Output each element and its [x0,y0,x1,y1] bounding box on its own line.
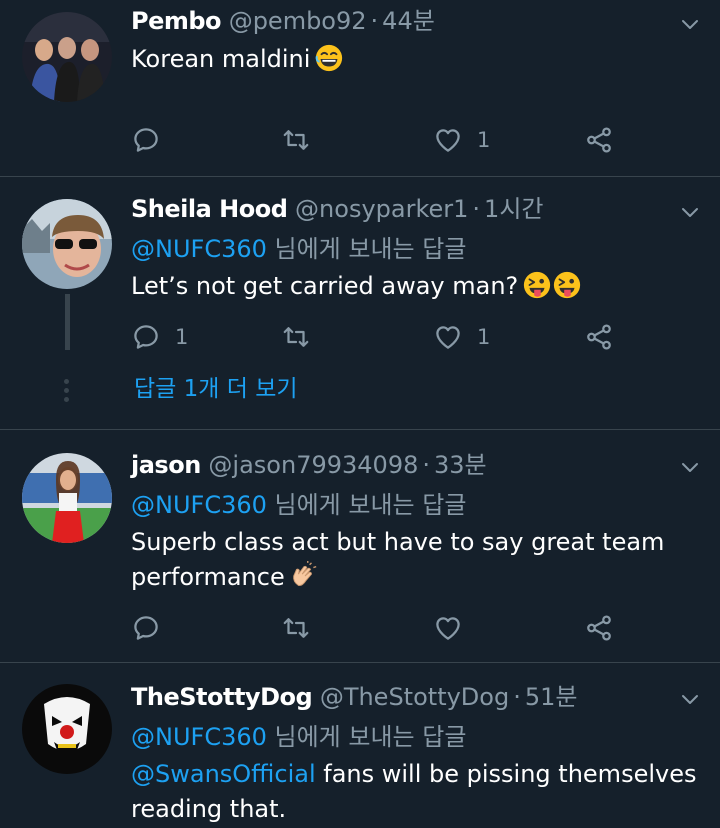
chevron-down-icon[interactable] [678,12,702,36]
reply-button[interactable]: 1 [131,320,188,354]
reply-icon [131,322,161,352]
avatar[interactable] [22,12,112,102]
like-count: 1 [477,325,491,349]
share-icon [584,613,614,643]
chevron-down-icon[interactable] [678,687,702,711]
separator: · [370,7,379,35]
user-handle[interactable]: @jason79934098 [208,451,418,479]
reply-button[interactable] [131,123,161,157]
tweet[interactable]: jason @jason79934098 · 33분 @NUFC360 님에게 보내… [0,430,720,662]
tweet-actions [131,611,631,645]
tweet-text-body: Let’s not get carried away man? [131,272,519,300]
like-button[interactable]: 1 [433,123,490,157]
replying-to-mention[interactable]: @NUFC360 [131,235,267,263]
reply-count: 1 [175,325,189,349]
tweet-actions: 1 1 [131,320,631,354]
show-more-replies-link[interactable]: 답글 1개 더 보기 [134,374,298,404]
replying-to-mention[interactable]: @NUFC360 [131,491,267,519]
laughing-emoji-icon [314,43,344,73]
avatar[interactable] [22,199,112,289]
winking-tongue-emoji-icon [522,270,552,300]
like-count: 1 [477,128,491,152]
thread-line [65,294,70,350]
tweet-mention-link[interactable]: @SwansOfficial [131,760,316,788]
winking-tongue-emoji-icon [552,270,582,300]
display-name[interactable]: TheStottyDog [131,683,313,711]
user-handle[interactable]: @pembo92 [229,7,367,35]
display-name[interactable]: jason [131,451,201,479]
tweet-text-line: Superb class act but have to say great t… [131,528,665,556]
replying-to: @NUFC360 님에게 보내는 답글 [131,720,466,754]
replying-to-mention[interactable]: @NUFC360 [131,723,267,751]
timestamp[interactable]: 44분 [382,7,435,35]
tweet[interactable]: TheStottyDog @TheStottyDog · 51분 @NUFC360 … [0,663,720,828]
retweet-button[interactable] [281,320,311,354]
timestamp[interactable]: 51분 [525,683,578,711]
tweet[interactable]: Sheila Hood @nosyparker1 · 1시간 @NUFC360 님에… [0,177,720,429]
timestamp[interactable]: 33분 [434,451,487,479]
tweet-text-body: fans will be pissing themselves [315,760,697,788]
replying-to-suffix: 님에게 보내는 답글 [266,723,467,751]
replying-to: @NUFC360 님에게 보내는 답글 [131,232,466,266]
tweet[interactable]: Pembo @pembo92 · 44분 Korean maldini 1 [0,0,720,176]
retweet-button[interactable] [281,123,311,157]
reply-button[interactable] [131,611,161,645]
chevron-down-icon[interactable] [678,455,702,479]
replying-to-suffix: 님에게 보내는 답글 [266,235,467,263]
retweet-icon [281,125,311,155]
reply-icon [131,125,161,155]
like-icon [433,322,463,352]
clapping-hands-emoji-icon [289,561,319,591]
user-handle[interactable]: @TheStottyDog [320,683,509,711]
tweet-text-line: performance [131,563,285,591]
reply-icon [131,613,161,643]
like-button[interactable]: 1 [433,320,490,354]
like-button[interactable] [433,611,463,645]
timestamp[interactable]: 1시간 [484,195,543,223]
separator: · [472,195,481,223]
like-icon [433,125,463,155]
share-button[interactable] [584,320,614,354]
display-name[interactable]: Sheila Hood [131,195,288,223]
tweet-text: performance [131,560,319,594]
replying-to-suffix: 님에게 보내는 답글 [266,491,467,519]
display-name[interactable]: Pembo [131,7,222,35]
tweet-text: @SwansOfficial fans will be pissing them… [131,757,696,791]
avatar[interactable] [22,453,112,543]
separator: · [422,451,430,479]
avatar[interactable] [22,684,112,774]
share-button[interactable] [584,123,614,157]
share-icon [584,125,614,155]
tweet-text-line: reading that. [131,795,287,823]
retweet-icon [281,322,311,352]
tweet-text: Let’s not get carried away man? [131,269,582,303]
tweet-text: Korean maldini [131,42,344,76]
thread-dots [64,379,70,406]
separator: · [513,683,521,711]
replying-to: @NUFC360 님에게 보내는 답글 [131,488,466,522]
retweet-icon [281,613,311,643]
share-icon [584,322,614,352]
share-button[interactable] [584,611,614,645]
retweet-button[interactable] [281,611,311,645]
like-icon [433,613,463,643]
tweet-actions: 1 [131,123,631,157]
tweet-text-body: Korean maldini [131,45,311,73]
user-handle[interactable]: @nosyparker1 [295,195,468,223]
chevron-down-icon[interactable] [678,200,702,224]
